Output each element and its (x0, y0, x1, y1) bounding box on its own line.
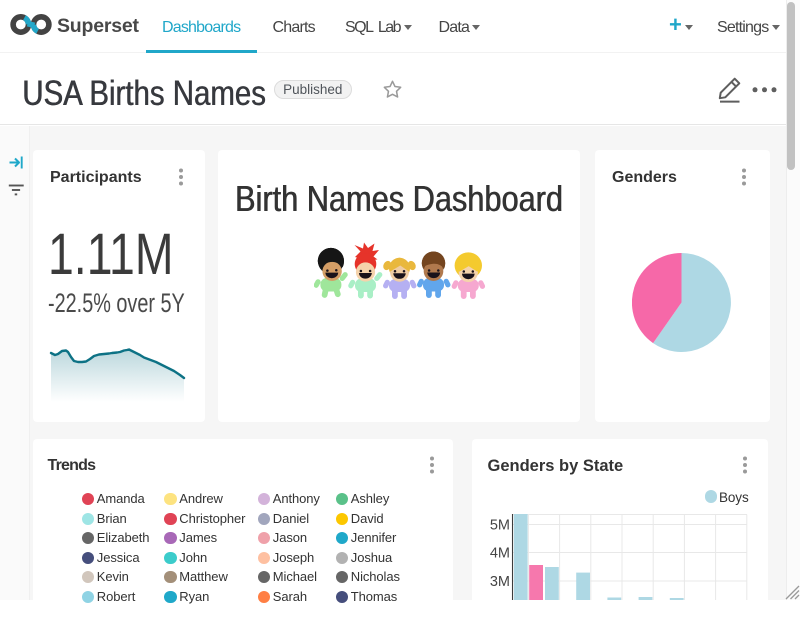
svg-text:3M: 3M (490, 574, 510, 590)
svg-text:5M: 5M (490, 518, 510, 534)
svg-text:4M: 4M (490, 546, 510, 562)
